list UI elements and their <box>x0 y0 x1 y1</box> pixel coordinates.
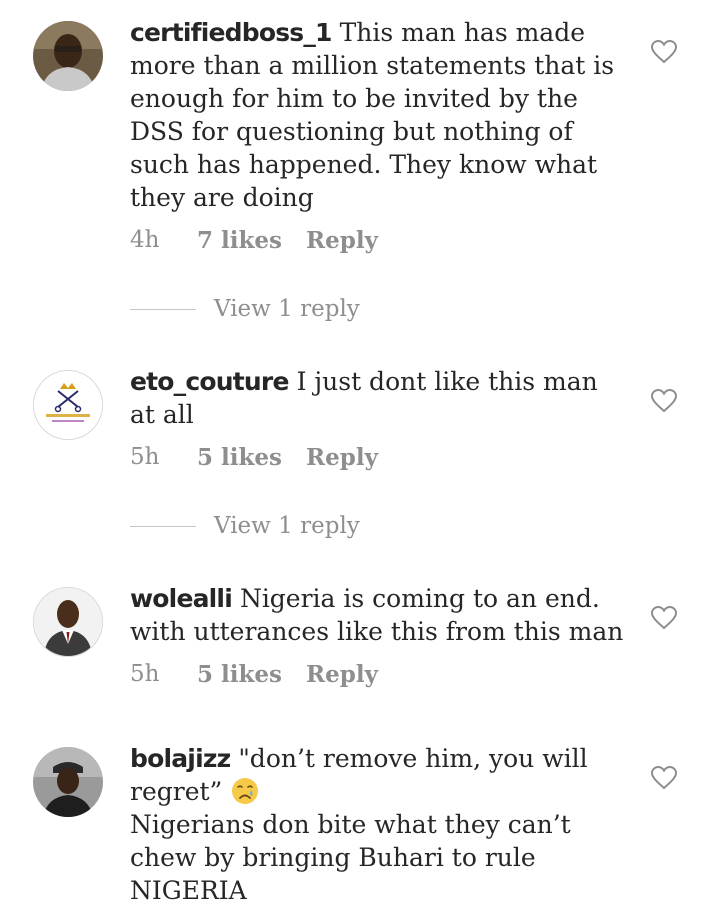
comment-username[interactable]: wolealli <box>130 584 233 613</box>
replies-divider <box>130 525 196 527</box>
view-replies-button[interactable]: View 1 reply <box>130 513 360 539</box>
replies-divider <box>130 308 196 310</box>
comment-username[interactable]: certifiedboss_1 <box>130 18 332 47</box>
comment-text-block: wolealli Nigeria is coming to an end. wi… <box>130 582 625 648</box>
comment-text-block: certifiedboss_1 This man has made more t… <box>130 16 625 214</box>
comment-likes[interactable]: 7 likes <box>197 227 306 254</box>
avatar[interactable] <box>33 21 103 91</box>
comment-time: 5h <box>130 661 160 687</box>
view-replies-label: View 1 reply <box>214 296 360 322</box>
avatar[interactable] <box>33 370 103 440</box>
like-heart-icon[interactable] <box>650 39 678 64</box>
comment-likes[interactable]: 5 likes <box>197 661 306 688</box>
comment-meta: 4h 7 likes Reply <box>130 227 378 254</box>
comment-body-continued: Nigerians don bite what they can’t chew … <box>130 810 571 905</box>
comment-username[interactable]: bolajizz <box>130 744 231 773</box>
like-heart-icon[interactable] <box>650 605 678 630</box>
view-replies-label: View 1 reply <box>214 513 360 539</box>
like-heart-icon[interactable] <box>650 388 678 413</box>
comment-time: 5h <box>130 444 160 470</box>
crying-face-emoji-icon <box>230 776 260 806</box>
comment-meta: 5h 5 likes Reply <box>130 661 378 688</box>
comment-body: This man has made more than a million st… <box>130 18 615 212</box>
comment-time: 4h <box>130 227 160 253</box>
avatar[interactable] <box>33 587 103 657</box>
comment-text-block: eto_couture I just dont like this man at… <box>130 365 625 431</box>
like-heart-icon[interactable] <box>650 765 678 790</box>
view-replies-button[interactable]: View 1 reply <box>130 296 360 322</box>
avatar[interactable] <box>33 747 103 817</box>
comment-meta: 5h 5 likes Reply <box>130 444 378 471</box>
reply-button[interactable]: Reply <box>306 661 378 688</box>
comment-likes[interactable]: 5 likes <box>197 444 306 471</box>
reply-button[interactable]: Reply <box>306 227 378 254</box>
comment-username[interactable]: eto_couture <box>130 367 289 396</box>
reply-button[interactable]: Reply <box>306 444 378 471</box>
comment-text-block: bolajizz "don’t remove him, you will reg… <box>130 742 625 907</box>
